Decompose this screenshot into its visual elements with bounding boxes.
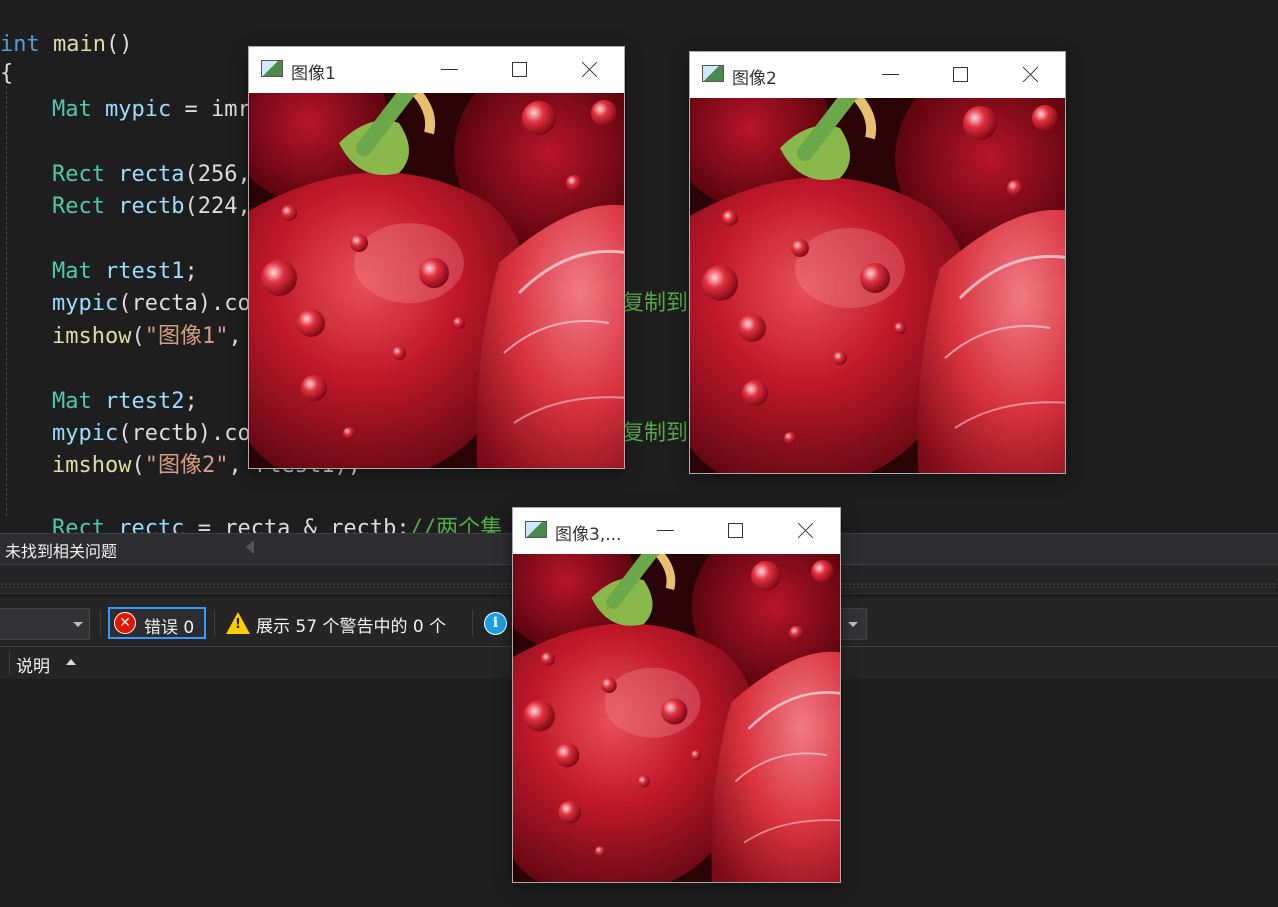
- column-description[interactable]: 说明: [16, 652, 50, 677]
- maximize-icon[interactable]: [725, 520, 747, 542]
- errors-label: 错误 0: [144, 618, 195, 638]
- cherry-image: [249, 93, 624, 468]
- image-canvas: [690, 98, 1065, 473]
- build-filter-dropdown[interactable]: [838, 608, 867, 640]
- window-title: 图像1: [291, 64, 336, 84]
- minimize-icon[interactable]: [655, 520, 677, 542]
- window-title: 图像3,...: [555, 525, 622, 545]
- indent-guide: [6, 86, 7, 516]
- code-line: mypic(rectb).co: [52, 421, 251, 446]
- image-window-icon: [702, 65, 724, 82]
- column-divider[interactable]: [9, 651, 10, 675]
- code-editor[interactable]: int main() { Mat mypic = imr Rect recta(…: [0, 0, 1278, 533]
- scroll-left-arrow[interactable]: [246, 540, 254, 554]
- close-icon[interactable]: [1020, 64, 1042, 86]
- toolbar-separator: [214, 610, 215, 636]
- maximize-icon[interactable]: [509, 59, 531, 81]
- scope-dropdown[interactable]: [0, 608, 90, 640]
- code-line: Mat mypic = imr: [52, 97, 251, 122]
- code-line: Mat rtest2;: [52, 389, 198, 414]
- cherry-image: [690, 98, 1065, 473]
- image-canvas: [249, 93, 624, 468]
- warning-triangle-icon[interactable]: !: [226, 612, 250, 634]
- code-line: mypic(recta).co: [52, 291, 251, 316]
- code-line: Rect rectc = recta & rectb;//两个集: [52, 516, 503, 533]
- maximize-icon[interactable]: [950, 64, 972, 86]
- image-window-icon: [261, 60, 283, 77]
- minimize-icon[interactable]: [439, 59, 461, 81]
- image-window-icon: [525, 521, 547, 538]
- toolbar-separator: [100, 610, 101, 636]
- code-line: Rect recta(256,: [52, 162, 251, 187]
- chevron-down-icon: [73, 622, 83, 627]
- code-comment: 复制到: [622, 421, 689, 446]
- chevron-down-icon: [848, 622, 858, 627]
- status-text: 未找到相关问题: [5, 542, 118, 561]
- sort-ascending-icon[interactable]: [66, 659, 76, 665]
- code-line: {: [0, 61, 14, 86]
- code-line: Mat rtest1;: [52, 259, 198, 284]
- error-circle-icon: ✕: [114, 612, 136, 634]
- minimize-icon[interactable]: [880, 64, 902, 86]
- image-window-3[interactable]: 图像3,...: [513, 508, 840, 882]
- code-line: int main(): [0, 32, 133, 57]
- code-line: imshow("图像1",: [52, 324, 242, 349]
- info-circle-icon[interactable]: i: [484, 612, 507, 635]
- cherry-image: [513, 554, 840, 882]
- window-titlebar[interactable]: 图像2: [690, 52, 1065, 98]
- window-titlebar[interactable]: 图像3,...: [513, 508, 840, 554]
- image-canvas: [513, 554, 840, 882]
- window-title: 图像2: [732, 69, 777, 89]
- code-comment: 复制到: [622, 291, 689, 316]
- window-titlebar[interactable]: 图像1: [249, 47, 624, 93]
- warnings-filter-button[interactable]: 展示 57 个警告中的 0 个: [256, 612, 446, 637]
- close-icon[interactable]: [579, 59, 601, 81]
- close-icon[interactable]: [795, 520, 817, 542]
- code-line: Rect rectb(224,: [52, 194, 251, 219]
- toolbar-separator: [472, 610, 473, 636]
- errors-filter-button[interactable]: ✕ 错误 0: [108, 607, 206, 639]
- image-window-1[interactable]: 图像1: [249, 47, 624, 468]
- image-window-2[interactable]: 图像2: [690, 52, 1065, 473]
